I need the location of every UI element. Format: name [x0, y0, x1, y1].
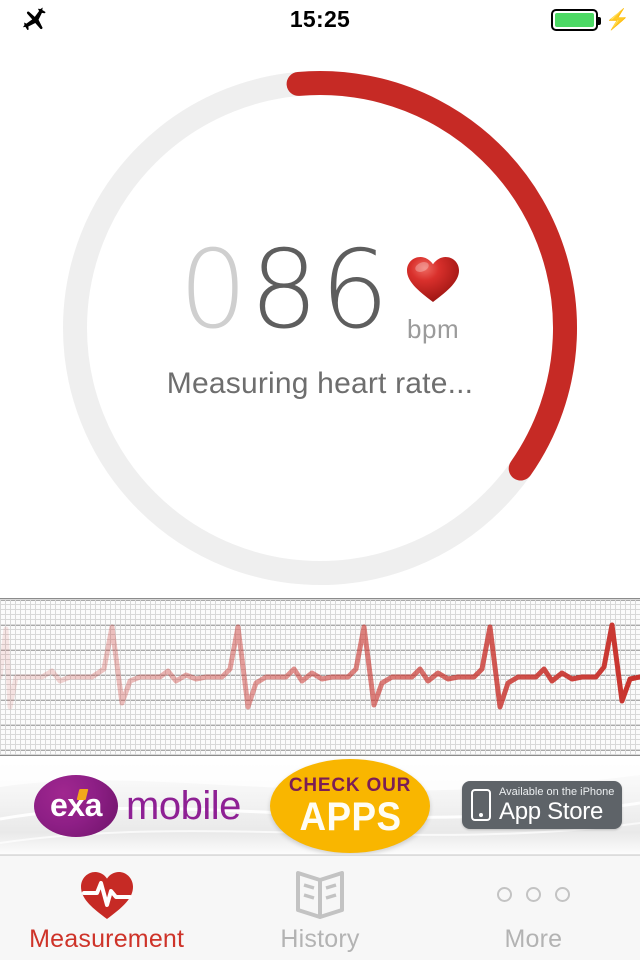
bpm-unit-label: bpm: [407, 314, 460, 344]
status-bar: 15:25 ⚡: [0, 0, 640, 40]
bpm-readout: 086 bpm Measuring heart rate...: [0, 237, 640, 401]
bpm-leading-zero: 0: [178, 228, 250, 353]
heart-rate-app-screen: 15:25 ⚡ 086 bpm Measuring heart rate... …: [0, 0, 640, 960]
battery-full-icon: [551, 9, 602, 31]
check-our-apps-button[interactable]: CHECK OUR APPS: [270, 759, 430, 853]
heart-rate-gauge: 086 bpm Measuring heart rate...: [0, 40, 640, 600]
status-bar-time: 15:25: [289, 6, 351, 32]
dot-3: [554, 887, 570, 902]
open-book-icon: [293, 869, 347, 921]
app-store-title: App Store: [499, 797, 604, 825]
tab-more[interactable]: More: [427, 856, 640, 960]
dot-1: [496, 887, 512, 902]
exa-mobile-wordmark: mobile: [126, 783, 241, 828]
tab-history-label: History: [280, 924, 360, 953]
tab-measurement-label: Measurement: [29, 924, 185, 953]
exa-logo-text: exa: [50, 787, 102, 823]
measuring-status-text: Measuring heart rate...: [166, 367, 474, 400]
tab-history[interactable]: History: [213, 856, 426, 960]
three-dots-icon: [496, 869, 570, 921]
exa-mobile-logo[interactable]: exa mobile: [34, 775, 241, 837]
tab-more-label: More: [504, 924, 563, 953]
dot-2: [525, 887, 541, 902]
charging-bolt-icon: ⚡: [605, 9, 630, 31]
promo-main-label: APPS: [298, 794, 402, 839]
ecg-waveform: [0, 622, 640, 710]
app-store-badge[interactable]: Available on the iPhone App Store: [462, 781, 622, 829]
promo-top-label: CHECK OUR: [288, 774, 412, 796]
battery-status: ⚡: [551, 9, 630, 31]
app-store-subtitle: Available on the iPhone: [499, 785, 615, 798]
iphone-icon: [471, 789, 491, 821]
bpm-value: 86: [249, 228, 392, 353]
ecg-strip: [0, 598, 640, 756]
exa-logo-mark: exa: [34, 775, 118, 837]
tab-bar: Measurement History More: [0, 855, 640, 960]
ad-banner[interactable]: exa mobile CHECK OUR APPS Available on t…: [0, 757, 640, 855]
heart-icon: [407, 257, 460, 302]
heart-pulse-icon: [79, 869, 135, 921]
tab-measurement[interactable]: Measurement: [0, 856, 213, 960]
